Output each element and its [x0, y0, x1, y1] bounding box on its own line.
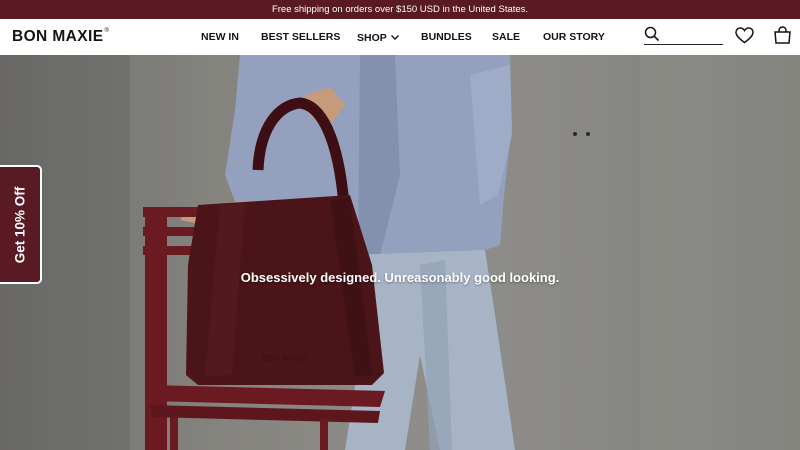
nav-label: OUR STORY	[543, 31, 605, 43]
hero-tagline: Obsessively designed. Unreasonably good …	[240, 270, 560, 285]
search-box[interactable]	[644, 25, 723, 45]
carousel-dot[interactable]	[586, 132, 590, 136]
nav-label: NEW IN	[201, 31, 239, 43]
search-input[interactable]	[664, 27, 721, 43]
hero-banner: BON MAXIE Obsessively designed. Unreason…	[0, 55, 800, 450]
heart-icon[interactable]	[735, 27, 754, 49]
bag-icon[interactable]	[773, 26, 792, 49]
nav-label: SHOP	[357, 32, 387, 44]
nav-best-sellers[interactable]: BEST SELLERS	[261, 31, 340, 43]
brand-logo[interactable]: BON MAXIE®	[12, 28, 109, 46]
carousel-pagination[interactable]	[571, 124, 593, 142]
nav-sale[interactable]: SALE	[492, 31, 520, 43]
nav-new-in[interactable]: NEW IN	[201, 31, 239, 43]
registered-mark: ®	[104, 28, 110, 34]
nav-shop[interactable]: SHOP	[357, 31, 399, 44]
hero-image: BON MAXIE	[0, 55, 800, 450]
announcement-bar: Free shipping on orders over $150 USD in…	[0, 0, 800, 19]
site-header: BON MAXIE® NEW IN BEST SELLERS SHOP BUND…	[0, 19, 800, 55]
nav-our-story[interactable]: OUR STORY	[543, 31, 605, 43]
discount-tab-label: Get 10% Off	[12, 186, 28, 263]
discount-tab[interactable]: Get 10% Off	[0, 165, 42, 284]
nav-label: SALE	[492, 31, 521, 43]
nav-label: BEST SELLERS	[261, 31, 341, 43]
nav-bundles[interactable]: BUNDLES	[421, 31, 472, 43]
svg-text:BON MAXIE: BON MAXIE	[263, 354, 307, 363]
chevron-down-icon	[390, 31, 399, 43]
nav-label: BUNDLES	[421, 31, 472, 43]
brand-name: BON MAXIE	[12, 28, 104, 45]
carousel-dot[interactable]	[573, 132, 577, 136]
search-icon[interactable]	[644, 26, 660, 47]
